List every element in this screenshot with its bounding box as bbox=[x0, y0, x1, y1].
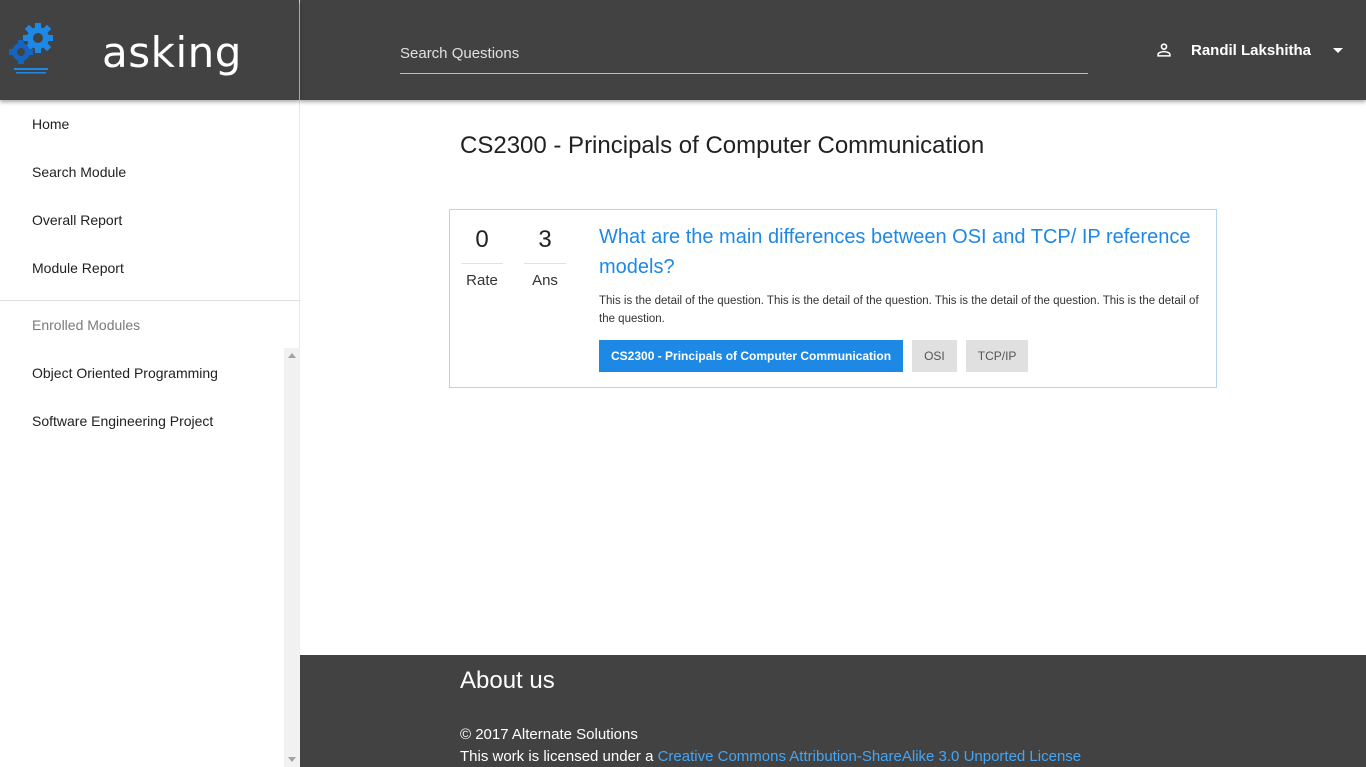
top-bar: Randil Lakshitha bbox=[300, 0, 1366, 100]
nav-item-module-report[interactable]: Module Report bbox=[0, 244, 299, 292]
footer-license: This work is licensed under a Creative C… bbox=[460, 748, 1081, 765]
footer-title: About us bbox=[460, 667, 555, 694]
user-name: Randil Lakshitha bbox=[1191, 41, 1312, 59]
brand-bar: asking bbox=[0, 0, 299, 100]
user-menu[interactable]: Randil Lakshitha bbox=[1154, 38, 1344, 62]
enrolled-module-item[interactable]: Software Engineering Project bbox=[0, 397, 299, 445]
sidebar: asking Home Search Module Overall Report… bbox=[0, 0, 300, 767]
question-detail: This is the detail of the question. This… bbox=[599, 295, 1199, 325]
footer-copyright: © 2017 Alternate Solutions bbox=[460, 726, 638, 743]
main-nav: Home Search Module Overall Report Module… bbox=[0, 100, 299, 292]
topic-tag[interactable]: TCP/IP bbox=[965, 340, 1029, 372]
answers-value: 3 bbox=[524, 224, 566, 264]
question-tags: CS2300 - Principals of Computer Communic… bbox=[599, 340, 1037, 372]
enrolled-modules-header: Enrolled Modules bbox=[32, 317, 141, 333]
scroll-up-arrow-icon[interactable] bbox=[288, 353, 296, 358]
search-input[interactable] bbox=[400, 34, 1088, 73]
nav-item-home[interactable]: Home bbox=[0, 100, 299, 148]
rate-stat: 0 Rate bbox=[461, 224, 503, 289]
gear-logo-icon[interactable] bbox=[6, 20, 56, 80]
question-title-link[interactable]: What are the main differences between OS… bbox=[599, 222, 1199, 282]
enrolled-modules-list: Object Oriented Programming Software Eng… bbox=[0, 349, 299, 445]
license-prefix: This work is licensed under a bbox=[460, 748, 658, 765]
rate-label: Rate bbox=[466, 272, 498, 289]
enrolled-module-item[interactable]: Object Oriented Programming bbox=[0, 349, 299, 397]
app-name: asking bbox=[102, 28, 242, 77]
main-content: CS2300 - Principals of Computer Communic… bbox=[300, 100, 1366, 655]
person-icon bbox=[1157, 43, 1171, 57]
question-card: 0 Rate 3 Ans What are the main differenc… bbox=[449, 209, 1217, 388]
answers-stat: 3 Ans bbox=[524, 224, 566, 289]
topic-tag[interactable]: OSI bbox=[912, 340, 957, 372]
nav-item-search-module[interactable]: Search Module bbox=[0, 148, 299, 196]
page-title: CS2300 - Principals of Computer Communic… bbox=[460, 132, 985, 159]
scroll-down-arrow-icon[interactable] bbox=[288, 757, 296, 762]
license-link[interactable]: Creative Commons Attribution-ShareAlike … bbox=[658, 748, 1082, 765]
sidebar-scrollbar[interactable] bbox=[284, 348, 300, 767]
chevron-down-icon[interactable] bbox=[1333, 47, 1344, 53]
answers-label: Ans bbox=[532, 272, 558, 289]
search-box bbox=[400, 34, 1088, 74]
footer: About us © 2017 Alternate Solutions This… bbox=[300, 655, 1366, 767]
nav-item-overall-report[interactable]: Overall Report bbox=[0, 196, 299, 244]
module-tag[interactable]: CS2300 - Principals of Computer Communic… bbox=[599, 340, 904, 372]
rate-value: 0 bbox=[461, 224, 503, 264]
